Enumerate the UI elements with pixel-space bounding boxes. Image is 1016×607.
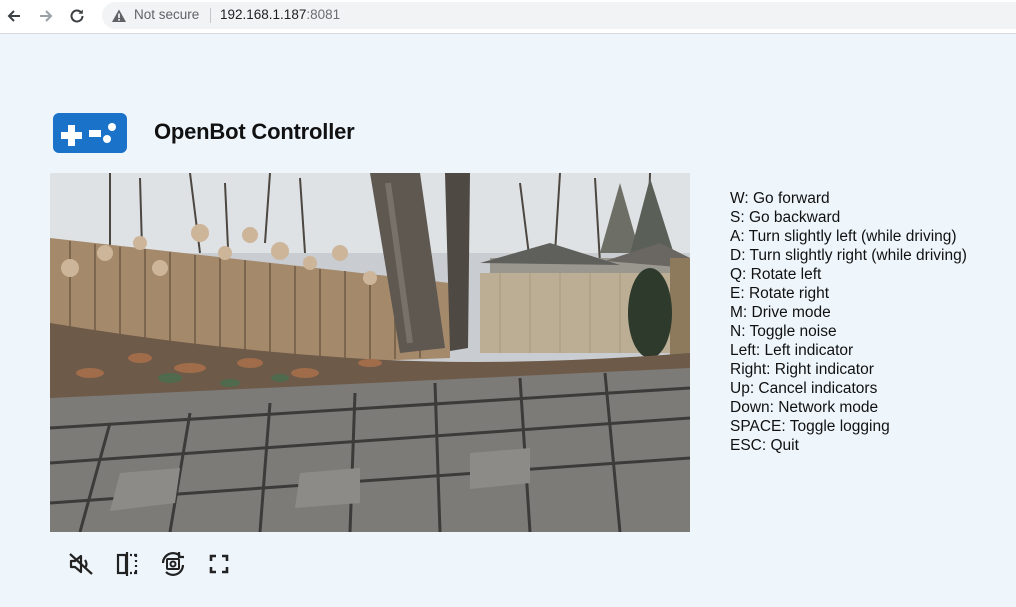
warning-triangle-icon bbox=[112, 9, 126, 22]
forward-arrow-icon bbox=[40, 10, 53, 22]
shortcut-item: E: Rotate right bbox=[730, 285, 830, 302]
page-title: OpenBot Controller bbox=[154, 119, 355, 144]
mute-button[interactable] bbox=[66, 549, 96, 579]
camera-feed[interactable] bbox=[50, 173, 690, 532]
camera-feed-image bbox=[50, 173, 690, 532]
app-logo bbox=[53, 113, 127, 153]
shortcut-item: Down: Network mode bbox=[730, 399, 879, 416]
url-host: 192.168.1.187 bbox=[220, 7, 307, 22]
fullscreen-icon bbox=[209, 554, 229, 574]
reload-icon bbox=[70, 9, 84, 23]
security-label[interactable]: Not secure bbox=[134, 7, 199, 22]
switch-camera-button[interactable] bbox=[158, 549, 188, 579]
back-arrow-icon bbox=[7, 10, 20, 22]
shortcut-item: Q: Rotate left bbox=[730, 266, 822, 283]
shortcut-item: D: Turn slightly right (while driving) bbox=[730, 247, 967, 264]
shortcut-item: ESC: Quit bbox=[730, 437, 799, 454]
url-text[interactable]: 192.168.1.187:8081 bbox=[220, 7, 340, 22]
mirror-icon bbox=[116, 552, 138, 576]
shortcut-item: M: Drive mode bbox=[730, 304, 831, 321]
shortcut-item: N: Toggle noise bbox=[730, 323, 837, 340]
shortcut-item: SPACE: Toggle logging bbox=[730, 418, 890, 435]
forward-button[interactable] bbox=[34, 5, 58, 27]
address-bar[interactable]: Not secure 192.168.1.187:8081 bbox=[102, 2, 1016, 29]
browser-toolbar: Not secure 192.168.1.187:8081 bbox=[0, 0, 1016, 34]
reload-button[interactable] bbox=[65, 5, 89, 27]
keyboard-shortcuts-list: W: Go forward S: Go backward A: Turn sli… bbox=[730, 189, 967, 455]
shortcut-item: A: Turn slightly left (while driving) bbox=[730, 228, 957, 245]
url-port: :8081 bbox=[306, 7, 341, 22]
back-button[interactable] bbox=[2, 5, 26, 27]
switch-camera-icon bbox=[161, 552, 185, 576]
mute-icon bbox=[69, 553, 93, 575]
shortcut-item: W: Go forward bbox=[730, 190, 830, 207]
shortcut-item: Up: Cancel indicators bbox=[730, 380, 878, 397]
shortcut-item: Left: Left indicator bbox=[730, 342, 854, 359]
fullscreen-button[interactable] bbox=[204, 549, 234, 579]
shortcut-item: S: Go backward bbox=[730, 209, 841, 226]
address-separator bbox=[210, 8, 211, 23]
shortcut-item: Right: Right indicator bbox=[730, 361, 874, 378]
gamepad-icon bbox=[61, 123, 116, 146]
mirror-button[interactable] bbox=[112, 549, 142, 579]
